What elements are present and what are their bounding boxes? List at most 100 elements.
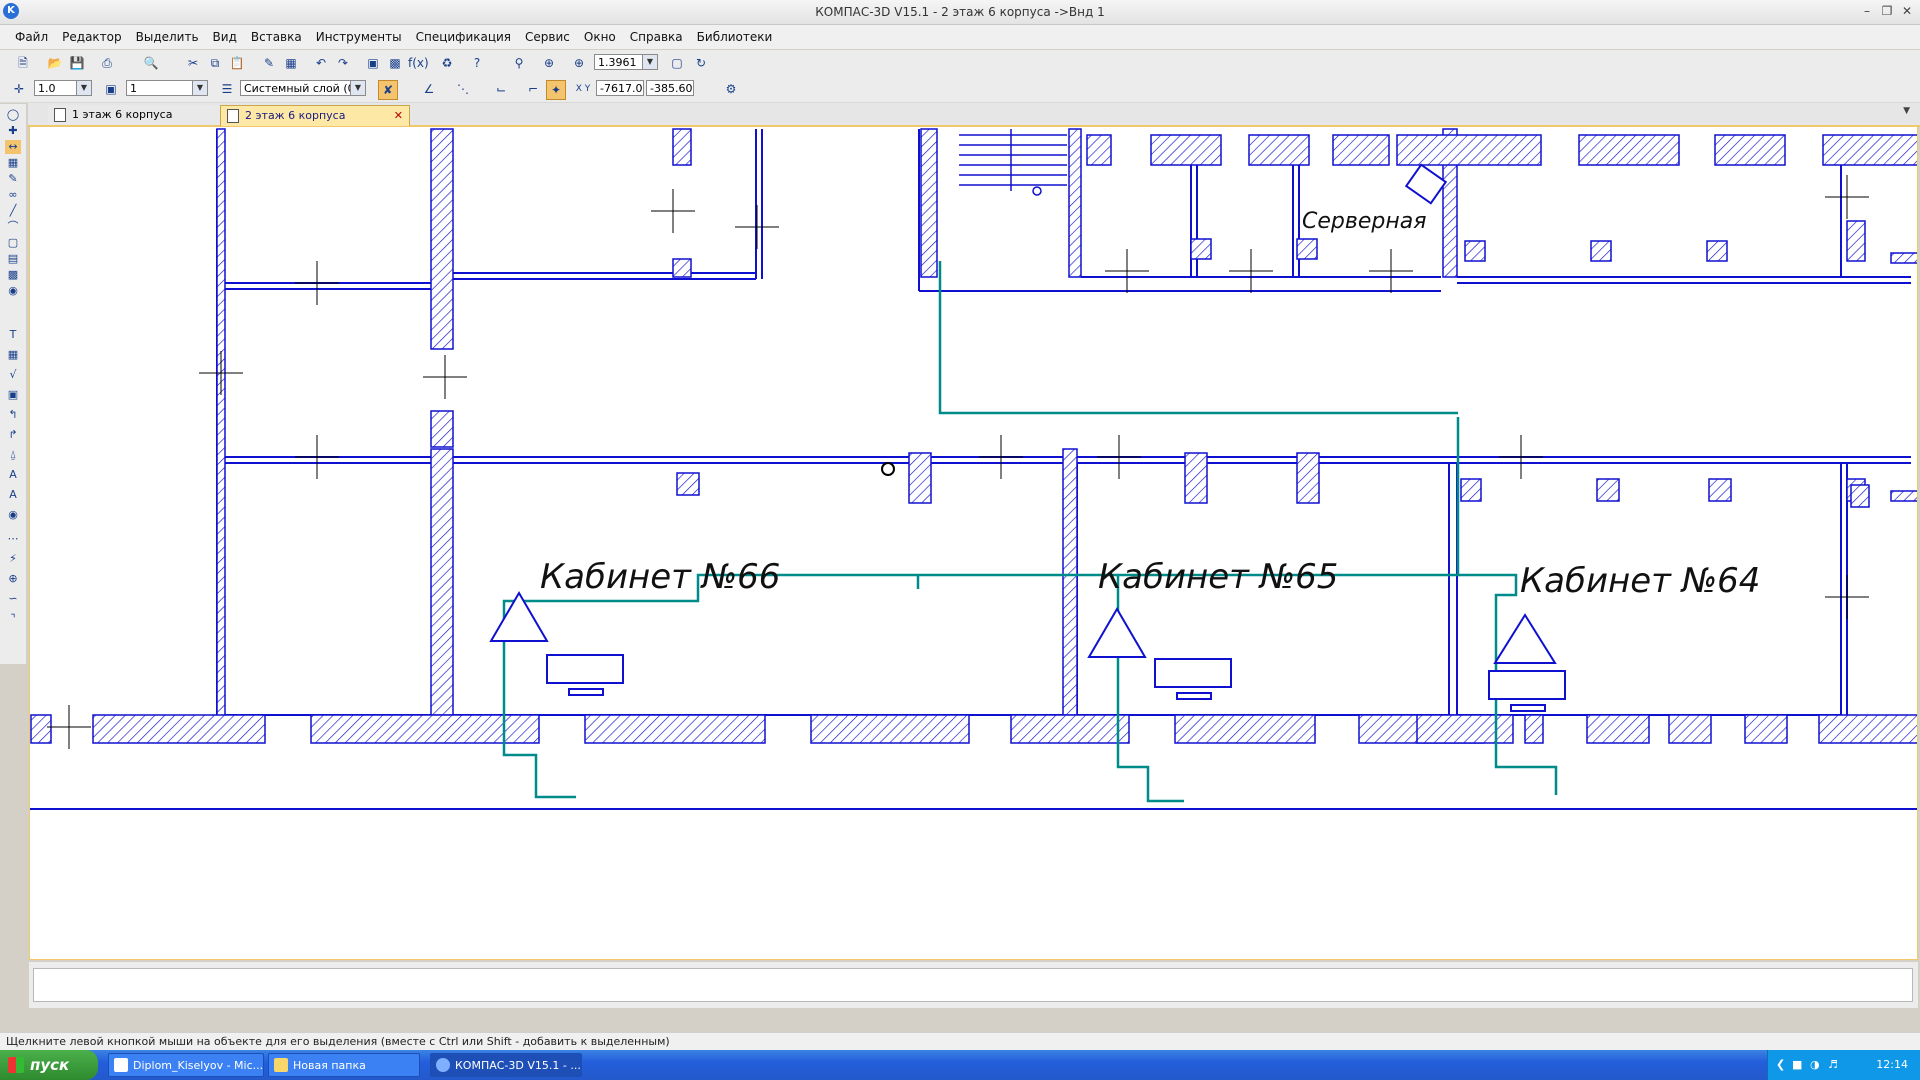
lightning-icon[interactable]: ⚡	[5, 552, 21, 566]
menu-specification[interactable]: Спецификация	[409, 30, 518, 44]
restore-button[interactable]: ❐	[1880, 4, 1894, 18]
chevron-down-icon[interactable]: ▼	[642, 55, 657, 69]
geometry-icon[interactable]: ◯	[5, 108, 21, 122]
view-state-icon[interactable]: ▣	[102, 80, 120, 98]
center-line-icon[interactable]: ⋯	[5, 532, 21, 546]
report-icon[interactable]: ▩	[5, 268, 21, 282]
ortho-mode-icon[interactable]: ⌐	[524, 80, 542, 98]
spec-icon[interactable]: ▤	[5, 252, 21, 266]
task-new-folder[interactable]: Новая папка	[268, 1053, 420, 1077]
help-pointer-icon[interactable]: ?	[468, 54, 486, 72]
coord-y-field[interactable]: -385.60	[646, 80, 694, 96]
layer-name-field[interactable]: Системный слой (0) ▼	[240, 80, 366, 96]
table-icon[interactable]: ▦	[282, 54, 300, 72]
table-tool-icon[interactable]: ▦	[5, 348, 21, 362]
zoom-in-icon[interactable]: ⊕	[540, 54, 558, 72]
undo-icon[interactable]: ↶	[312, 54, 330, 72]
snap-step-icon[interactable]: ✛	[10, 80, 28, 98]
line-icon[interactable]: ╱	[5, 204, 21, 218]
position-icon[interactable]: ↱	[5, 428, 21, 442]
menu-help[interactable]: Справка	[623, 30, 690, 44]
roughness-icon[interactable]: √	[5, 368, 21, 382]
minimize-button[interactable]: –	[1860, 4, 1874, 18]
menu-service[interactable]: Сервис	[518, 30, 577, 44]
menu-view[interactable]: Вид	[206, 30, 244, 44]
hatched-wall-segment	[1846, 220, 1866, 262]
parameters-icon[interactable]: ⚙	[722, 80, 740, 98]
marking-icon[interactable]: ✎	[5, 172, 21, 186]
menu-tools[interactable]: Инструменты	[309, 30, 409, 44]
print-icon[interactable]: ⎙	[98, 54, 116, 72]
redo-icon[interactable]: ↷	[334, 54, 352, 72]
target-icon[interactable]: ⊕	[5, 572, 21, 586]
wave-icon[interactable]: ∽	[5, 592, 21, 606]
chevron-down-icon[interactable]: ▼	[350, 81, 365, 95]
text-icon[interactable]: T	[5, 328, 21, 342]
start-button[interactable]: пуск	[0, 1050, 98, 1080]
zoom-field[interactable]: 1.3961 ▼	[594, 54, 658, 70]
menu-editor[interactable]: Редактор	[55, 30, 128, 44]
menu-file[interactable]: Файл	[8, 30, 55, 44]
layers-icon[interactable]: ☰	[218, 80, 236, 98]
zoom-to-fit-icon[interactable]: ▢	[668, 54, 686, 72]
base-icon[interactable]: ▣	[5, 388, 21, 402]
refresh-icon[interactable]: ↻	[692, 54, 710, 72]
corner-icon[interactable]: ⌝	[5, 612, 21, 626]
arc-icon[interactable]: ⌒	[5, 220, 21, 234]
measure-icon[interactable]: ♻	[438, 54, 456, 72]
menu-select[interactable]: Выделить	[129, 30, 206, 44]
axis-label-icon[interactable]: A	[5, 468, 21, 482]
dimensions-icon[interactable]: ↔	[5, 140, 21, 154]
close-button[interactable]: ✕	[1900, 4, 1914, 18]
task-kompas[interactable]: КОМПАС-3D V15.1 - ...	[430, 1053, 582, 1077]
copy-icon[interactable]: ⧉	[206, 54, 224, 72]
paste-icon[interactable]: 📋	[228, 54, 246, 72]
network-icon[interactable]: ◑	[1810, 1050, 1820, 1080]
grid-icon[interactable]: ⋱	[454, 80, 472, 98]
kompas-icon	[436, 1058, 450, 1072]
close-tab-icon[interactable]: ✕	[394, 106, 403, 126]
view-icon[interactable]: ▢	[5, 236, 21, 250]
chevron-down-icon[interactable]: ▼	[76, 81, 91, 95]
library-manager-icon[interactable]: ◉	[5, 284, 21, 298]
edit-icon[interactable]: ✚	[5, 124, 21, 138]
tab-list-icon[interactable]: ▼	[1903, 106, 1910, 116]
volume-icon[interactable]: ♬	[1828, 1050, 1838, 1080]
library-icon[interactable]: ▩	[386, 54, 404, 72]
zoom-icon[interactable]: ⊕	[570, 54, 588, 72]
properties-icon[interactable]: ✎	[260, 54, 278, 72]
mark-icon[interactable]: ◉	[5, 508, 21, 522]
measure-tool-icon[interactable]: ∞	[5, 188, 21, 202]
cut-icon[interactable]: ✂	[184, 54, 202, 72]
tab-floor-1[interactable]: 1 этаж 6 корпуса	[48, 105, 222, 125]
menu-insert[interactable]: Вставка	[244, 30, 309, 44]
section-icon[interactable]: ⍙	[5, 448, 21, 462]
save-icon[interactable]: 💾	[68, 54, 86, 72]
drawing-canvas[interactable]: Кабинет №66 Кабинет №65 Кабинет №64 Серв…	[29, 126, 1918, 960]
layer-number-field[interactable]: 1 ▼	[126, 80, 208, 96]
cursor-snap-icon[interactable]: ✦	[546, 80, 566, 100]
floor-plan[interactable]	[30, 127, 1918, 960]
menu-window[interactable]: Окно	[577, 30, 623, 44]
variables-fx-icon[interactable]: f(x)	[408, 54, 429, 72]
print-preview-icon[interactable]: 🔍	[142, 54, 160, 72]
zoom-window-icon[interactable]: ⚲	[510, 54, 528, 72]
leader-icon[interactable]: ↰	[5, 408, 21, 422]
antivirus-icon[interactable]: ■	[1792, 1050, 1802, 1080]
coord-x-field[interactable]: -7617.0	[596, 80, 644, 96]
tray-arrow-icon[interactable]: ❮	[1776, 1050, 1785, 1080]
task-word-document[interactable]: Diplom_Kiselyov - Mic...	[108, 1053, 264, 1077]
manager-icon[interactable]: ▣	[364, 54, 382, 72]
chevron-down-icon[interactable]: ▼	[192, 81, 207, 95]
command-input[interactable]	[33, 968, 1913, 1002]
orthogonal-icon[interactable]: ∠	[420, 80, 438, 98]
snap-icon[interactable]: ✘	[378, 80, 398, 100]
local-cs-icon[interactable]: ⌙	[492, 80, 510, 98]
hatch-icon[interactable]: ▦	[5, 156, 21, 170]
menu-libraries[interactable]: Библиотеки	[690, 30, 780, 44]
new-document-icon[interactable]: 🗎	[14, 54, 32, 72]
open-folder-icon[interactable]: 📂	[46, 54, 64, 72]
tab-floor-2[interactable]: 2 этаж 6 корпуса ✕	[220, 105, 410, 126]
scale-field[interactable]: 1.0 ▼	[34, 80, 92, 96]
text-leader-icon[interactable]: A	[5, 488, 21, 502]
